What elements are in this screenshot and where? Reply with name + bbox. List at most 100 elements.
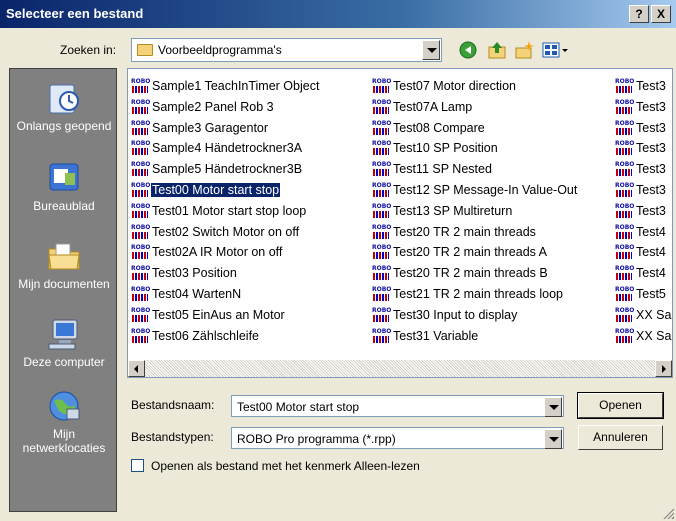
robo-file-icon: ROBO	[615, 307, 634, 323]
lookin-combo[interactable]: Voorbeeldprogramma's	[131, 38, 442, 62]
robo-file-icon: ROBO	[615, 266, 634, 281]
my-documents-icon	[47, 239, 81, 273]
back-icon[interactable]	[458, 40, 478, 60]
robo-file-icon: ROBO	[615, 140, 635, 156]
robo-badge-stripes	[616, 252, 632, 260]
file-item-label: Test06 Zählschleife	[152, 328, 260, 343]
lookin-dropdown-button[interactable]	[422, 40, 440, 60]
places-bar: Onlangs geopend Bureaublad Mijn document…	[9, 68, 117, 512]
robo-file-icon: ROBO	[615, 161, 635, 177]
readonly-checkbox-label[interactable]: Openen als bestand met het kenmerk Allee…	[151, 459, 420, 473]
cancel-button[interactable]: Annuleren	[578, 425, 663, 450]
robo-file-icon: ROBO	[131, 98, 151, 115]
place-computer[interactable]: Deze computer	[10, 317, 118, 369]
desktop-icon	[47, 161, 81, 195]
file-item-label: Test3	[636, 99, 666, 114]
file-item-label: Test03 Position	[152, 266, 237, 281]
file-item-label: Test3	[636, 203, 666, 218]
robo-badge-stripes	[616, 86, 632, 93]
robo-badge-stripes	[616, 127, 632, 135]
place-my-documents[interactable]: Mijn documenten	[10, 239, 118, 291]
robo-file-icon: ROBO	[372, 286, 391, 302]
filename-dropdown-button[interactable]	[544, 397, 562, 417]
robo-badge-text: ROBO	[372, 140, 392, 148]
robo-badge-stripes	[132, 252, 148, 260]
filetype-select[interactable]: ROBO Pro programma (*.rpp)	[231, 427, 564, 449]
filename-input[interactable]: Test00 Motor start stop	[231, 395, 564, 417]
robo-file-icon: ROBO	[615, 285, 635, 302]
robo-badge-stripes	[616, 210, 632, 218]
file-list[interactable]: ROBO Sample1 TeachInTimer Object ROBO Sampl…	[127, 68, 673, 378]
robo-file-icon: ROBO	[372, 140, 392, 156]
file-item-label: Test3	[636, 120, 666, 135]
robo-badge-stripes	[616, 293, 632, 301]
file-item-label: Test20 TR 2 main threads B	[393, 266, 548, 281]
file-item-label: Sample5 Händetrockner3B	[152, 162, 303, 177]
file-item-label: Test02A IR Motor on off	[152, 245, 283, 260]
robo-badge-text: ROBO	[615, 140, 635, 148]
robo-file-icon: ROBO	[131, 79, 150, 94]
filetype-dropdown-button[interactable]	[544, 429, 562, 449]
robo-badge-text: ROBO	[131, 98, 151, 106]
resize-grip[interactable]	[662, 507, 674, 519]
file-item-label: Test20 TR 2 main threads A	[393, 245, 548, 260]
robo-badge-text: ROBO	[372, 244, 392, 252]
robo-badge-text: ROBO	[615, 98, 635, 106]
robo-file-icon: ROBO	[372, 307, 391, 323]
scroll-left-button[interactable]	[128, 360, 145, 377]
robo-badge-stripes	[132, 127, 148, 135]
robo-badge-text: ROBO	[131, 306, 151, 314]
robo-badge-stripes	[373, 210, 389, 218]
robo-badge-stripes	[132, 148, 148, 156]
window-title: Selecteer een bestand	[6, 6, 144, 21]
file-item-label: Test3	[636, 141, 666, 156]
place-desktop[interactable]: Bureaublad	[10, 161, 118, 213]
open-button[interactable]: Openen	[577, 392, 664, 419]
robo-badge-text: ROBO	[615, 244, 635, 252]
robo-badge-text: ROBO	[372, 98, 392, 106]
horizontal-scrollbar[interactable]	[128, 360, 672, 377]
robo-file-icon: ROBO	[131, 162, 150, 177]
scroll-right-button[interactable]	[655, 360, 672, 377]
file-item-label: Test31 Variable	[393, 328, 479, 343]
lookin-value: Voorbeeldprogramma's	[158, 43, 282, 57]
readonly-checkbox[interactable]	[131, 459, 144, 472]
robo-badge-text: ROBO	[131, 223, 151, 231]
up-folder-icon[interactable]	[487, 40, 507, 60]
filename-label: Bestandsnaam:	[131, 398, 215, 412]
robo-badge-text: ROBO	[615, 202, 635, 210]
place-network[interactable]: Mijn netwerklocaties	[10, 389, 118, 455]
help-button[interactable]: ?	[629, 5, 649, 23]
robo-badge-stripes	[373, 252, 389, 260]
robo-badge-stripes	[616, 335, 632, 343]
file-item-label: Test4	[636, 224, 666, 239]
filetype-value: ROBO Pro programma (*.rpp)	[237, 432, 396, 446]
robo-badge-text: ROBO	[615, 285, 635, 293]
robo-badge-text: ROBO	[372, 265, 392, 273]
robo-badge-stripes	[373, 106, 389, 114]
file-item-label: Sample2 Panel Rob 3	[152, 99, 274, 114]
robo-badge-stripes	[616, 231, 632, 239]
robo-file-icon: ROBO	[372, 224, 391, 240]
robo-file-icon: ROBO	[131, 286, 150, 302]
file-item-label: Sample1 TeachInTimer Object	[152, 79, 320, 93]
robo-badge-stripes	[616, 273, 632, 281]
file-item-label: Test00 Motor start stop	[151, 182, 281, 197]
robo-badge-text: ROBO	[372, 327, 392, 335]
robo-file-icon: ROBO	[615, 328, 634, 344]
robo-badge-stripes	[616, 106, 632, 114]
place-recent[interactable]: Onlangs geopend	[10, 81, 118, 133]
close-button[interactable]: X	[651, 5, 671, 23]
robo-badge-stripes	[373, 293, 389, 301]
robo-badge-stripes	[616, 148, 632, 156]
new-folder-icon[interactable]	[514, 40, 534, 60]
file-item-label: Test20 TR 2 main threads	[393, 224, 536, 239]
views-menu-icon[interactable]	[542, 40, 570, 60]
robo-file-icon: ROBO	[615, 98, 635, 115]
robo-badge-stripes	[373, 189, 389, 197]
robo-badge-stripes	[616, 189, 632, 197]
robo-badge-text: ROBO	[615, 161, 635, 169]
robo-badge-text: ROBO	[615, 78, 635, 85]
robo-file-icon: ROBO	[372, 182, 391, 198]
robo-badge-stripes	[132, 169, 148, 177]
